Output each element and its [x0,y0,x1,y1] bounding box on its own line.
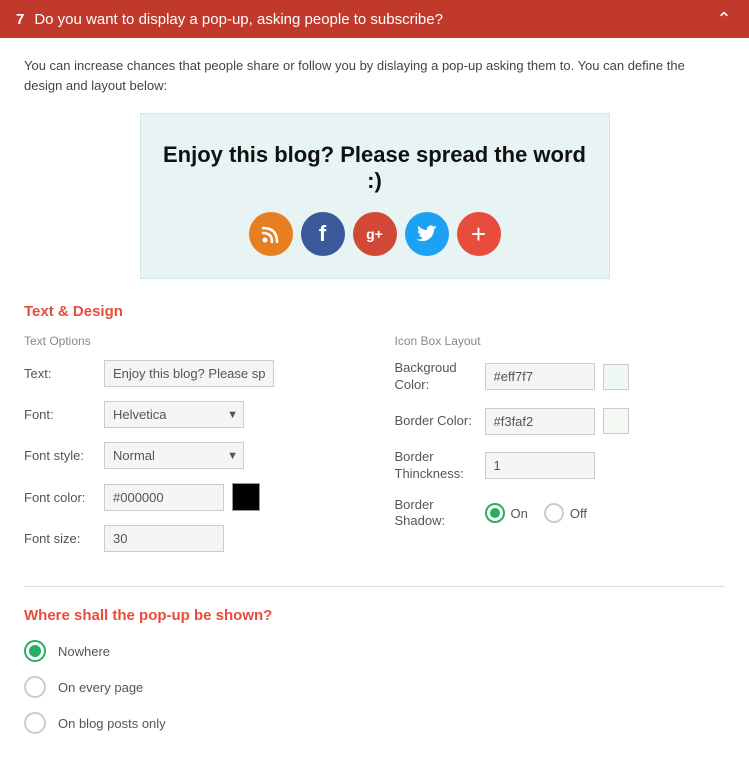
every-page-label: On every page [58,680,143,695]
right-col-label: Icon Box Layout [395,334,726,348]
nowhere-option[interactable]: Nowhere [24,640,725,662]
border-shadow-off-radio[interactable] [544,503,564,523]
border-shadow-row: Border Shadow: On Off [395,497,726,531]
two-col-layout: Text Options Text: Font: Helvetica Arial… [24,334,725,566]
section-header: 7 Do you want to display a pop-up, askin… [0,0,749,38]
font-style-label: Font style: [24,448,104,463]
section-number: 7 [16,11,24,28]
right-column: Icon Box Layout Backgroud Color: Border … [385,334,726,566]
collapse-button[interactable]: ⌃ [715,10,733,28]
font-style-field-row: Font style: Normal Bold Italic Bold Ital… [24,442,355,469]
every-page-radio[interactable] [24,676,46,698]
nowhere-radio[interactable] [24,640,46,662]
border-shadow-label: Border Shadow: [395,497,485,531]
text-field-row: Text: [24,360,355,387]
border-thickness-input[interactable] [485,452,595,479]
border-shadow-radio-group: On Off [485,503,597,523]
border-shadow-off-label: Off [570,506,587,521]
font-size-label: Font size: [24,531,104,546]
bg-color-label: Backgroud Color: [395,360,485,394]
description-text: You can increase chances that people sha… [24,56,725,95]
section-title: Do you want to display a pop-up, asking … [34,11,443,28]
font-color-label: Font color: [24,490,104,505]
preview-text: Enjoy this blog? Please spread the word … [161,142,589,194]
google-plus-icon[interactable]: g+ [353,212,397,256]
font-color-input[interactable] [104,484,224,511]
text-design-title: Text & Design [24,303,725,320]
font-style-select[interactable]: Normal Bold Italic Bold Italic [104,442,244,469]
font-label: Font: [24,407,104,422]
border-thickness-row: Border Thinckness: [395,449,726,483]
font-select-wrapper: Helvetica Arial Georgia Times New Roman … [104,401,244,428]
blog-posts-radio[interactable] [24,712,46,734]
font-field-row: Font: Helvetica Arial Georgia Times New … [24,401,355,428]
header-left: 7 Do you want to display a pop-up, askin… [16,11,443,28]
bg-color-input[interactable] [485,363,595,390]
preview-box: Enjoy this blog? Please spread the word … [140,113,610,279]
facebook-icon[interactable]: f [301,212,345,256]
social-icons-row: f g+ + [161,212,589,256]
left-column: Text Options Text: Font: Helvetica Arial… [24,334,385,566]
font-color-field-row: Font color: [24,483,355,511]
blog-posts-option[interactable]: On blog posts only [24,712,725,734]
text-input[interactable] [104,360,274,387]
border-thickness-label: Border Thinckness: [395,449,485,483]
border-shadow-on-label: On [511,506,528,521]
more-icon[interactable]: + [457,212,501,256]
where-shown-title: Where shall the pop-up be shown? [24,607,725,624]
border-color-preview[interactable] [603,408,629,434]
blog-posts-label: On blog posts only [58,716,166,731]
border-shadow-on-radio[interactable] [485,503,505,523]
section-divider [24,586,725,587]
nowhere-label: Nowhere [58,644,110,659]
font-size-field-row: Font size: [24,525,355,552]
font-select[interactable]: Helvetica Arial Georgia Times New Roman [104,401,244,428]
text-label: Text: [24,366,104,381]
every-page-option[interactable]: On every page [24,676,725,698]
font-color-swatch[interactable] [232,483,260,511]
content-area: You can increase chances that people sha… [0,38,749,768]
font-size-input[interactable] [104,525,224,552]
twitter-icon[interactable] [405,212,449,256]
rss-icon[interactable] [249,212,293,256]
border-color-row: Border Color: [395,408,726,435]
border-color-input[interactable] [485,408,595,435]
left-col-label: Text Options [24,334,355,348]
bg-color-row: Backgroud Color: [395,360,726,394]
font-style-select-wrapper: Normal Bold Italic Bold Italic ▼ [104,442,244,469]
border-color-label: Border Color: [395,413,485,430]
bg-color-preview[interactable] [603,364,629,390]
